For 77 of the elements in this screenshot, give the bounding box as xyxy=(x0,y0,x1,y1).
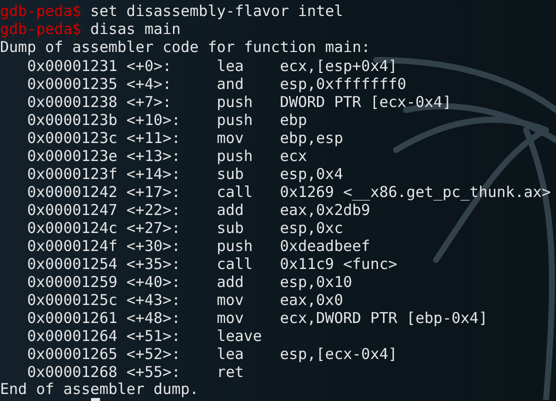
operands: eax,0x0 xyxy=(280,291,344,309)
operands: DWORD PTR [ecx-0x4] xyxy=(280,93,452,111)
address: 0x00001238 xyxy=(27,93,118,111)
prompt: gdb-peda$ xyxy=(0,4,82,19)
mnemonic: and xyxy=(216,75,245,93)
operands: eax,0x2db9 xyxy=(280,201,372,219)
cursor-icon xyxy=(91,398,100,401)
operands: esp,0xc xyxy=(280,219,344,237)
offset: <+11>: xyxy=(126,129,182,147)
address: 0x00001235 xyxy=(27,75,118,93)
offset: <+27>: xyxy=(126,219,182,237)
operands: ecx,[esp+0x4] xyxy=(280,57,398,75)
operands: 0xdeadbeef xyxy=(280,237,372,255)
mnemonic: leave xyxy=(216,327,263,345)
address: 0x00001247 xyxy=(27,201,118,219)
mnemonic: call xyxy=(216,255,254,273)
address: 0x0000124f xyxy=(27,237,118,255)
mnemonic: push xyxy=(216,237,254,255)
operands: esp,[ecx-0x4] xyxy=(280,345,398,363)
address: 0x00001265 xyxy=(27,345,118,363)
offset: <+7>: xyxy=(126,93,173,111)
operands: esp,0xfffffff0 xyxy=(280,75,408,93)
command-text: disas main xyxy=(90,22,181,37)
mnemonic: sub xyxy=(216,165,245,183)
offset: <+55>: xyxy=(126,363,182,381)
address: 0x00001254 xyxy=(27,255,118,273)
address: 0x00001259 xyxy=(27,273,118,291)
mnemonic: mov xyxy=(216,129,245,147)
address: 0x0000123b xyxy=(27,111,118,129)
operands: 0x11c9 <func> xyxy=(280,255,398,273)
offset: <+13>: xyxy=(126,147,182,165)
operands: esp,0x4 xyxy=(280,165,344,183)
address: 0x0000123e xyxy=(27,147,118,165)
output-line: End of assembler dump. xyxy=(0,382,199,397)
offset: <+4>: xyxy=(126,75,173,93)
mnemonic: ret xyxy=(216,363,245,381)
output-line: Dump of assembler code for function main: xyxy=(0,40,370,55)
offset: <+51>: xyxy=(126,327,182,345)
operands: ecx,DWORD PTR [ebp-0x4] xyxy=(280,309,489,327)
offset: <+17>: xyxy=(126,183,182,201)
mnemonic: lea xyxy=(216,345,245,363)
mnemonic: push xyxy=(216,147,254,165)
operands: esp,0x10 xyxy=(280,273,354,291)
mnemonic: mov xyxy=(216,291,245,309)
mnemonic: add xyxy=(216,273,245,291)
mnemonic: add xyxy=(216,201,245,219)
address: 0x00001242 xyxy=(27,183,118,201)
address: 0x0000125c xyxy=(27,291,118,309)
operands: ebp xyxy=(280,111,308,129)
prompt: gdb-peda$ xyxy=(0,22,82,37)
address: 0x00001231 xyxy=(27,57,118,75)
mnemonic: lea xyxy=(216,57,245,75)
mnemonic: push xyxy=(216,111,254,129)
offset: <+43>: xyxy=(126,291,182,309)
offset: <+35>: xyxy=(126,255,182,273)
offset: <+30>: xyxy=(126,237,182,255)
operands: 0x1269 <__x86.get_pc_thunk.ax> xyxy=(280,183,552,201)
offset: <+48>: xyxy=(126,309,182,327)
operands: ecx xyxy=(280,147,308,165)
address: 0x0000123f xyxy=(27,165,118,183)
address: 0x00001261 xyxy=(27,309,118,327)
offset: <+40>: xyxy=(126,273,182,291)
operands: ebp,esp xyxy=(280,129,344,147)
offset: <+10>: xyxy=(126,111,182,129)
offset: <+0>: xyxy=(126,57,173,75)
address: 0x0000123c xyxy=(27,129,118,147)
address: 0x0000124c xyxy=(27,219,118,237)
offset: <+22>: xyxy=(126,201,182,219)
offset: <+52>: xyxy=(126,345,182,363)
mnemonic: mov xyxy=(216,309,245,327)
command-text: set disassembly-flavor intel xyxy=(90,4,344,19)
offset: <+14>: xyxy=(126,165,182,183)
address: 0x00001268 xyxy=(27,363,118,381)
mnemonic: call xyxy=(216,183,254,201)
mnemonic: push xyxy=(216,93,254,111)
address: 0x00001264 xyxy=(27,327,118,345)
mnemonic: sub xyxy=(216,219,245,237)
